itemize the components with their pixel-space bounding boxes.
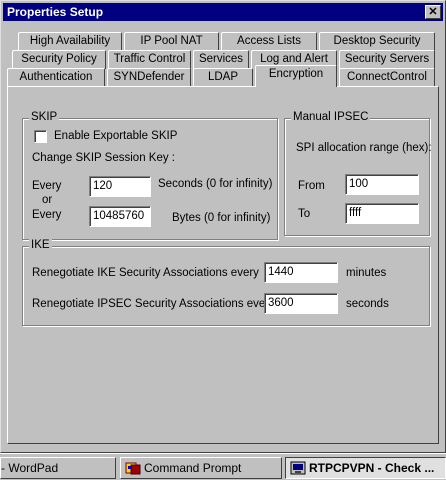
properties-setup-window: Properties Setup ✕ High Availability IP …: [0, 0, 446, 453]
ike-minutes-input[interactable]: 1440: [264, 262, 338, 283]
ipsec-seconds-input[interactable]: 3600: [264, 293, 338, 314]
tab-connectcontrol[interactable]: ConnectControl: [339, 68, 435, 87]
renegotiate-ipsec-label: Renegotiate IPSEC Security Associations …: [32, 298, 275, 310]
seconds-unit-label-ike: seconds: [346, 298, 389, 310]
change-skip-session-key-label: Change SKIP Session Key :: [32, 152, 175, 164]
tab-desktop-security[interactable]: Desktop Security: [319, 32, 435, 51]
tab-ip-pool-nat[interactable]: IP Pool NAT: [124, 32, 219, 51]
manual-ipsec-legend: Manual IPSEC: [291, 111, 371, 123]
taskbar-label-wordpad: - WordPad: [1, 461, 59, 475]
skip-seconds-input[interactable]: 120: [89, 176, 151, 197]
enable-exportable-skip-label: Enable Exportable SKIP: [54, 130, 178, 142]
tab-encryption[interactable]: Encryption: [255, 65, 337, 87]
spi-from-input[interactable]: 100: [345, 174, 419, 195]
taskbar-wordpad[interactable]: - WordPad: [0, 457, 116, 479]
from-label: From: [298, 180, 325, 192]
taskbar: - WordPad Command Prompt RTPCPVPN - Chec…: [0, 453, 446, 480]
encryption-panel: SKIP Enable Exportable SKIP Change SKIP …: [7, 86, 439, 444]
tab-access-lists[interactable]: Access Lists: [221, 32, 317, 51]
window-title: Properties Setup: [7, 5, 104, 19]
ike-legend: IKE: [29, 239, 52, 251]
or-label: or: [42, 194, 53, 206]
bytes-unit-label: Bytes (0 for infinity): [172, 212, 271, 224]
renegotiate-ike-label: Renegotiate IKE Security Associations ev…: [32, 267, 259, 279]
seconds-unit-label: Seconds (0 for infinity): [158, 178, 273, 190]
enable-exportable-skip-checkbox[interactable]: [34, 130, 47, 143]
skip-legend: SKIP: [29, 111, 60, 123]
taskbar-label-rtpcpvpn: RTPCPVPN - Check ...: [309, 461, 435, 475]
tab-security-policy[interactable]: Security Policy: [12, 50, 106, 69]
checkpoint-icon: [290, 461, 306, 475]
tab-ldap[interactable]: LDAP: [193, 68, 253, 87]
skip-bytes-input[interactable]: 10485760: [89, 206, 151, 227]
to-label: To: [298, 208, 311, 220]
taskbar-rtpcpvpn[interactable]: RTPCPVPN - Check ...: [285, 457, 446, 479]
title-bar: Properties Setup ✕: [3, 3, 443, 21]
tab-authentication[interactable]: Authentication: [7, 68, 105, 87]
ike-group: IKE: [22, 239, 430, 326]
close-button[interactable]: ✕: [425, 5, 441, 19]
tab-syndefender[interactable]: SYNDefender: [107, 68, 191, 87]
tab-traffic-control[interactable]: Traffic Control: [108, 50, 191, 69]
spi-range-label: SPI allocation range (hex):: [296, 142, 432, 154]
taskbar-label-command-prompt: Command Prompt: [144, 461, 242, 475]
minutes-unit-label: minutes: [346, 267, 387, 279]
every-seconds-label: Every: [32, 180, 62, 192]
command-prompt-icon: [125, 461, 141, 475]
close-icon: ✕: [428, 6, 438, 18]
taskbar-command-prompt[interactable]: Command Prompt: [120, 457, 282, 479]
tab-security-servers[interactable]: Security Servers: [339, 50, 435, 69]
spi-to-input[interactable]: ffff: [345, 203, 419, 224]
tab-high-availability[interactable]: High Availability: [18, 32, 122, 51]
tab-services[interactable]: Services: [193, 50, 249, 69]
every-bytes-label: Every: [32, 209, 62, 221]
